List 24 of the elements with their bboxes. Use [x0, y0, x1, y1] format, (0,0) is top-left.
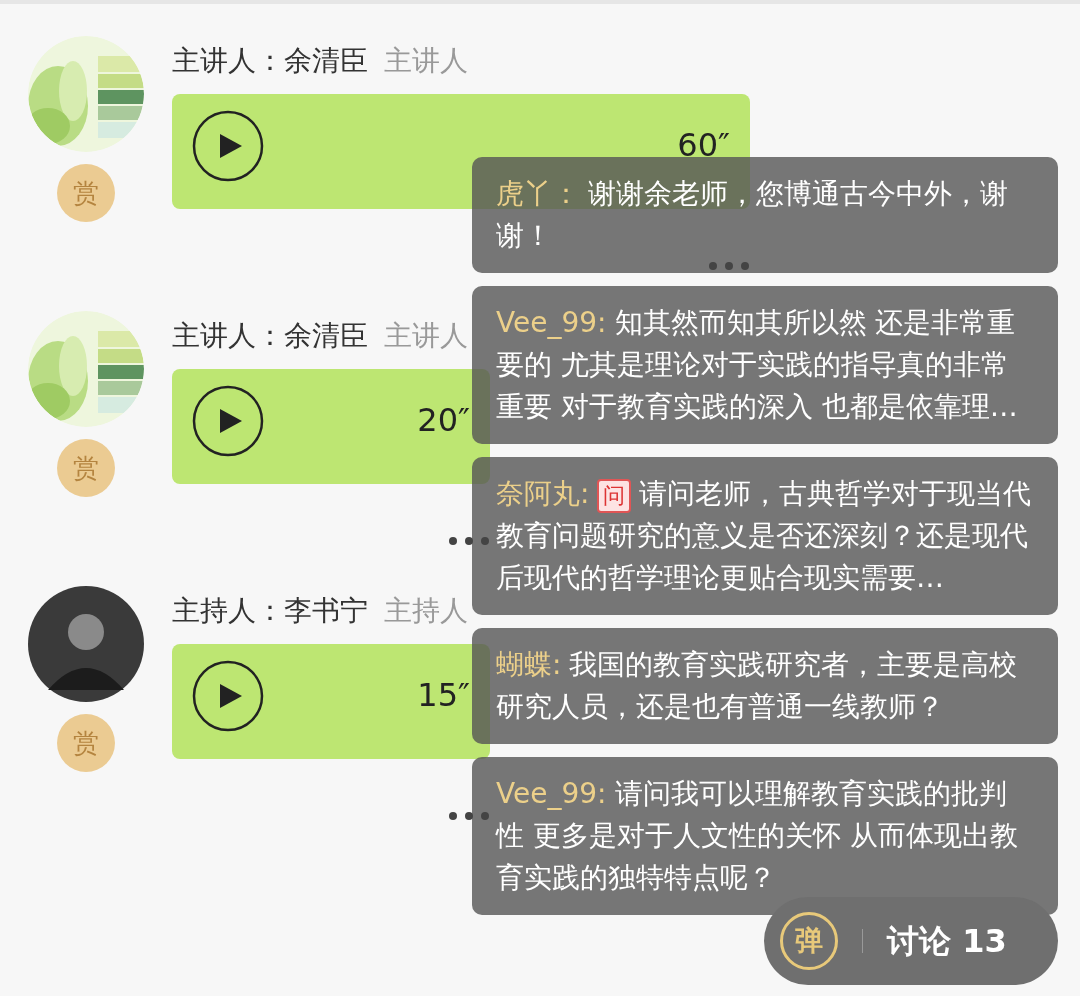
avatar-icon — [28, 586, 144, 702]
play-icon[interactable] — [192, 659, 264, 732]
more-icon[interactable] — [448, 536, 490, 546]
voice-bubble[interactable]: 15″ — [172, 644, 490, 759]
discussion-count[interactable]: 讨论 13 — [887, 917, 1007, 965]
comment-text: 奈阿丸: 问 请问老师，古典哲学对于现当代教育问题研究的意义是否还深刻？还是现代后现代的哲学理论更贴合现实需要… — [496, 476, 1033, 596]
danmaku-toggle[interactable]: 弹 — [780, 912, 838, 970]
comment-text: 蝴蝶: 我国的教育实践研究者，主要是高校研究人员，还是也有普通一线教师？ — [496, 647, 1019, 725]
play-icon[interactable] — [192, 109, 264, 182]
voice-bubble[interactable]: 20″ — [172, 369, 490, 484]
voice-duration: 60″ — [677, 125, 730, 166]
voice-duration: 20″ — [417, 400, 470, 441]
speaker-name: 主讲人：余清臣 — [172, 43, 368, 79]
role-label: 主持人 — [384, 593, 468, 629]
more-icon[interactable] — [448, 811, 490, 821]
discussion-button[interactable]: 弹 讨论 13 — [764, 897, 1058, 985]
play-icon[interactable] — [192, 384, 264, 457]
role-label: 主讲人 — [384, 43, 468, 79]
speaker-name: 主持人：李书宁 — [172, 593, 368, 629]
role-label: 主讲人 — [384, 318, 468, 354]
comment-text: Vee_99: 知其然而知其所以然 还是非常重要的 尤其是理论对于实践的指导真的非常重要 对于教育实践的深入 也都是依靠理… — [496, 305, 1019, 425]
voice-duration: 15″ — [417, 675, 470, 716]
speaker-name: 主讲人：余清臣 — [172, 318, 368, 354]
comment-text: Vee_99: 请问我可以理解教育实践的批判性 更多是对于人文性的关怀 从而体现出教育实践的独特特点呢？ — [496, 776, 1019, 896]
